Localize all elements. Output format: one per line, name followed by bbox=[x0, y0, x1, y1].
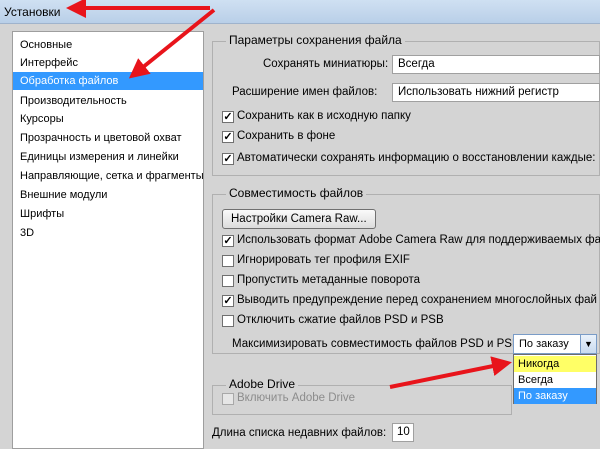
sidebar-item-plugins[interactable]: Внешние модули bbox=[13, 186, 203, 204]
skip-rotation-checkbox[interactable] bbox=[222, 275, 234, 287]
autosave-label: Автоматически сохранять информацию о вос… bbox=[237, 152, 596, 164]
save-as-original-label: Сохранить как в исходную папку bbox=[237, 110, 411, 122]
maximize-compat-dropdown[interactable]: Никогда Всегда По заказу bbox=[513, 354, 597, 404]
window-title: Установки bbox=[4, 5, 61, 19]
use-acr-label: Использовать формат Adobe Camera Raw для… bbox=[237, 234, 600, 246]
disable-compression-label: Отключить сжатие файлов PSD и PSB bbox=[237, 314, 444, 326]
dropdown-option-never[interactable]: Никогда bbox=[514, 356, 596, 372]
camera-raw-settings-button[interactable]: Настройки Camera Raw... bbox=[222, 209, 376, 229]
thumbnails-select[interactable]: Всегда bbox=[392, 55, 600, 74]
sidebar-item-3d[interactable]: 3D bbox=[13, 224, 203, 242]
sidebar-item-cursors[interactable]: Курсоры bbox=[13, 110, 203, 128]
ignore-exif-checkbox[interactable] bbox=[222, 255, 234, 267]
compatibility-title: Совместимость файлов bbox=[226, 186, 367, 200]
maximize-compat-select[interactable]: По заказу ▼ bbox=[513, 334, 597, 354]
disable-compression-checkbox[interactable] bbox=[222, 315, 234, 327]
sidebar-item-file-handling[interactable]: Обработка файлов bbox=[13, 72, 203, 90]
save-options-title: Параметры сохранения файла bbox=[226, 33, 405, 47]
sidebar-item-general[interactable]: Основные bbox=[13, 36, 203, 54]
extension-label: Расширение имен файлов: bbox=[232, 86, 378, 98]
recent-files-input[interactable]: 10 bbox=[392, 423, 414, 442]
use-acr-checkbox[interactable]: ✓ bbox=[222, 235, 234, 247]
sidebar-item-performance[interactable]: Производительность bbox=[13, 92, 203, 110]
ignore-exif-label: Игнорировать тег профиля EXIF bbox=[237, 254, 410, 266]
skip-rotation-label: Пропустить метаданные поворота bbox=[237, 274, 420, 286]
save-background-label: Сохранить в фоне bbox=[237, 130, 336, 142]
sidebar-item-transparency[interactable]: Прозрачность и цветовой охват bbox=[13, 129, 203, 147]
enable-adobe-drive-label: Включить Adobe Drive bbox=[237, 392, 356, 404]
extension-select[interactable]: Использовать нижний регистр bbox=[392, 83, 600, 102]
save-background-checkbox[interactable]: ✓ bbox=[222, 131, 234, 143]
warn-layered-label: Выводить предупреждение перед сохранение… bbox=[237, 294, 597, 306]
sidebar-item-interface[interactable]: Интерфейс bbox=[13, 54, 203, 72]
dropdown-option-always[interactable]: Всегда bbox=[514, 372, 596, 388]
warn-layered-checkbox[interactable]: ✓ bbox=[222, 295, 234, 307]
thumbnails-label: Сохранять миниатюры: bbox=[263, 58, 389, 70]
sidebar-item-guides[interactable]: Направляющие, сетка и фрагменты bbox=[13, 167, 204, 185]
maximize-compat-label: Максимизировать совместимость файлов PSD… bbox=[232, 338, 523, 350]
adobe-drive-title: Adobe Drive bbox=[226, 377, 299, 391]
annotation-arrow-dropdown bbox=[389, 356, 512, 389]
autosave-checkbox[interactable]: ✓ bbox=[222, 153, 234, 165]
recent-files-label: Длина списка недавних файлов: bbox=[212, 427, 387, 439]
save-as-original-checkbox[interactable]: ✓ bbox=[222, 111, 234, 123]
preferences-category-list[interactable]: Основные Интерфейс Обработка файлов Прои… bbox=[12, 31, 204, 449]
title-bar: Установки bbox=[0, 0, 600, 24]
sidebar-item-type[interactable]: Шрифты bbox=[13, 205, 203, 223]
sidebar-item-units[interactable]: Единицы измерения и линейки bbox=[13, 148, 203, 166]
enable-adobe-drive-checkbox[interactable] bbox=[222, 393, 234, 405]
chevron-down-icon[interactable]: ▼ bbox=[580, 335, 596, 353]
maximize-compat-value: По заказу bbox=[519, 338, 569, 350]
dropdown-option-ask[interactable]: По заказу bbox=[514, 388, 596, 404]
